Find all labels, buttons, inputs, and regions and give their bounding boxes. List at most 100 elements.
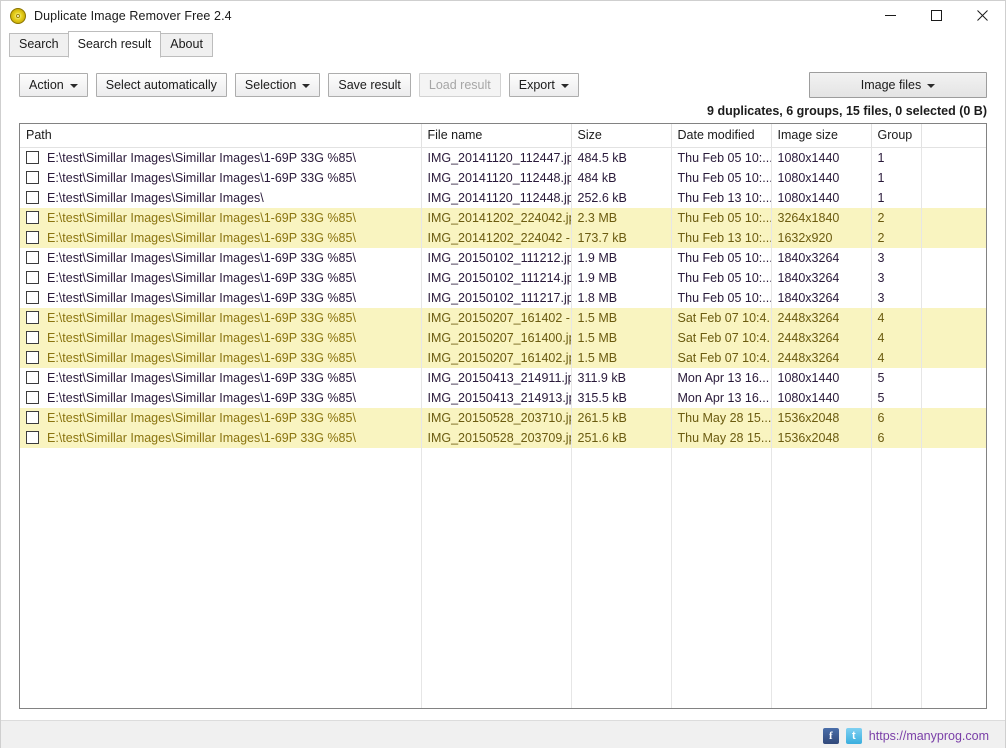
- cell-empty: [671, 567, 772, 588]
- table-row[interactable]: E:\test\Simillar Images\Simillar Images\…: [20, 167, 986, 188]
- action-button[interactable]: Action: [19, 73, 88, 97]
- table-row[interactable]: E:\test\Simillar Images\Simillar Images\…: [20, 327, 986, 348]
- table-row[interactable]: E:\test\Simillar Images\Simillar Images\…: [20, 387, 986, 408]
- load-result-button: Load result: [418, 73, 501, 97]
- cell-empty: [421, 627, 572, 648]
- row-checkbox[interactable]: [26, 311, 39, 324]
- cell-empty: [871, 487, 922, 508]
- cell-blank: [921, 168, 986, 188]
- table-row[interactable]: E:\test\Simillar Images\Simillar Images\…: [20, 347, 986, 368]
- selection-button[interactable]: Selection: [234, 73, 321, 97]
- twitter-icon[interactable]: t: [845, 727, 862, 744]
- row-checkbox[interactable]: [26, 151, 39, 165]
- image-files-button[interactable]: Image files: [809, 72, 987, 98]
- save-result-button[interactable]: Save result: [328, 73, 411, 97]
- cell-empty: [421, 447, 572, 468]
- path-text: E:\test\Simillar Images\Simillar Images\…: [47, 270, 356, 285]
- row-checkbox[interactable]: [26, 291, 39, 304]
- cell-date-modified: Thu Feb 05 10:...: [671, 147, 772, 168]
- table-row[interactable]: E:\test\Simillar Images\Simillar Images\…: [20, 247, 986, 268]
- path-text: E:\test\Simillar Images\Simillar Images\…: [47, 290, 356, 305]
- table-row[interactable]: E:\test\Simillar Images\Simillar Images\…: [20, 407, 986, 428]
- row-checkbox[interactable]: [26, 411, 39, 424]
- cell-empty: [771, 607, 872, 628]
- path-text: E:\test\Simillar Images\Simillar Images\…: [47, 410, 356, 425]
- column-header-group[interactable]: Group: [871, 124, 922, 148]
- cell-empty: [671, 547, 772, 568]
- table-empty-row: [20, 527, 986, 548]
- cell-empty: [671, 527, 772, 548]
- facebook-icon[interactable]: f: [822, 727, 839, 744]
- export-button-label: Export: [518, 77, 555, 92]
- table-row[interactable]: E:\test\Simillar Images\Simillar Images\…: [20, 427, 986, 448]
- selection-button-label: Selection: [244, 77, 297, 92]
- path-text: E:\test\Simillar Images\Simillar Images\…: [47, 310, 356, 325]
- select-automatically-button[interactable]: Select automatically: [95, 73, 227, 97]
- cell-date-modified: Sat Feb 07 10:4...: [671, 307, 772, 328]
- close-icon[interactable]: [959, 1, 1005, 30]
- website-link[interactable]: https://manyprog.com: [869, 729, 989, 743]
- cell-empty: [421, 687, 572, 708]
- cell-blank: [921, 347, 986, 368]
- table-row[interactable]: E:\test\Simillar Images\Simillar Images\…: [20, 367, 986, 388]
- cell-size: 1.8 MB: [571, 287, 672, 308]
- cell-empty: [421, 507, 572, 528]
- window-title: Duplicate Image Remover Free 2.4: [34, 8, 232, 23]
- table-row[interactable]: E:\test\Simillar Images\Simillar Images\…: [20, 207, 986, 228]
- cell-date-modified: Thu Feb 05 10:...: [671, 287, 772, 308]
- row-checkbox[interactable]: [26, 251, 39, 264]
- cell-empty: [20, 527, 422, 548]
- column-header-path[interactable]: Path: [20, 124, 422, 148]
- load-result-label: Load result: [428, 77, 491, 92]
- cell-group: 3: [871, 247, 922, 268]
- cell-date-modified: Sat Feb 07 10:4...: [671, 347, 772, 368]
- table-row[interactable]: E:\test\Simillar Images\Simillar Images\…: [20, 147, 986, 168]
- cell-empty: [771, 447, 872, 468]
- maximize-icon[interactable]: [913, 1, 959, 30]
- row-checkbox[interactable]: [26, 371, 39, 384]
- cell-path: E:\test\Simillar Images\Simillar Images\…: [20, 307, 422, 328]
- table-empty-row: [20, 587, 986, 608]
- cell-file-name: IMG_20141120_112448.jpg: [421, 187, 572, 208]
- cell-empty: [871, 567, 922, 588]
- cell-blank: [921, 227, 986, 248]
- column-header-image-size[interactable]: Image size: [771, 124, 872, 148]
- table-body: E:\test\Simillar Images\Simillar Images\…: [20, 147, 986, 708]
- cell-empty: [921, 567, 986, 588]
- column-header-file-name[interactable]: File name: [421, 124, 572, 148]
- table-row[interactable]: E:\test\Simillar Images\Simillar Images\…: [20, 267, 986, 288]
- table-row[interactable]: E:\test\Simillar Images\Simillar Images\…: [20, 187, 986, 208]
- cell-size: 315.5 kB: [571, 387, 672, 408]
- cell-size: 484.5 kB: [571, 147, 672, 168]
- cell-group: 6: [871, 427, 922, 448]
- tab-search-result[interactable]: Search result: [67, 31, 162, 58]
- tab-about[interactable]: About: [160, 33, 213, 57]
- cell-blank: [921, 368, 986, 388]
- cell-empty: [20, 567, 422, 588]
- cell-empty: [921, 447, 986, 468]
- table-row[interactable]: E:\test\Simillar Images\Simillar Images\…: [20, 307, 986, 328]
- row-checkbox[interactable]: [26, 231, 39, 244]
- row-checkbox[interactable]: [26, 331, 39, 344]
- row-checkbox[interactable]: [26, 271, 39, 284]
- export-button[interactable]: Export: [508, 73, 579, 97]
- cell-path: E:\test\Simillar Images\Simillar Images\…: [20, 427, 422, 448]
- column-header-date-modified[interactable]: Date modified: [671, 124, 772, 148]
- cell-empty: [771, 507, 872, 528]
- minimize-icon[interactable]: [867, 1, 913, 30]
- cell-empty: [571, 607, 672, 628]
- image-files-label: Image files: [860, 77, 922, 92]
- tab-search[interactable]: Search: [9, 33, 69, 57]
- cell-file-name: IMG_20150413_214911.jpg: [421, 367, 572, 388]
- row-checkbox[interactable]: [26, 171, 39, 184]
- table-row[interactable]: E:\test\Simillar Images\Simillar Images\…: [20, 287, 986, 308]
- content-pane: Action Select automatically Selection Sa…: [1, 57, 1005, 720]
- row-checkbox[interactable]: [26, 191, 39, 204]
- row-checkbox[interactable]: [26, 431, 39, 444]
- row-checkbox[interactable]: [26, 211, 39, 224]
- column-header-size[interactable]: Size: [571, 124, 672, 148]
- row-checkbox[interactable]: [26, 391, 39, 404]
- row-checkbox[interactable]: [26, 351, 39, 364]
- table-row[interactable]: E:\test\Simillar Images\Simillar Images\…: [20, 227, 986, 248]
- cell-empty: [671, 587, 772, 608]
